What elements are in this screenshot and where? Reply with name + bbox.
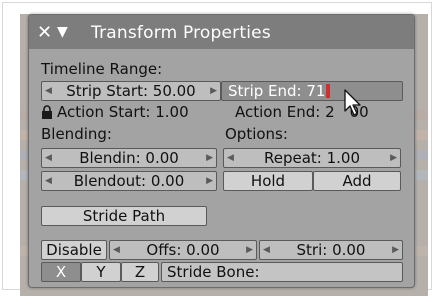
decrement-arrow-icon[interactable]: ◀ xyxy=(227,149,234,167)
increment-arrow-icon[interactable]: ▶ xyxy=(210,82,217,100)
strip-start-value: Strip Start: 50.00 xyxy=(66,82,196,100)
offs-field[interactable]: ◀ Offs: 0.00 ▶ xyxy=(109,240,257,260)
options-label: Options: xyxy=(225,125,288,143)
axis-z-button[interactable]: Z xyxy=(121,262,159,282)
decrement-arrow-icon[interactable]: ◀ xyxy=(45,82,52,100)
transform-properties-panel: ✕ ▼ Transform Properties Timeline Range:… xyxy=(28,14,415,288)
timeline-range-label: Timeline Range: xyxy=(41,60,163,78)
strip-start-field[interactable]: ◀ Strip Start: 50.00 ▶ xyxy=(41,81,221,101)
stride-bone-field[interactable]: Stride Bone: xyxy=(161,262,403,282)
increment-arrow-icon[interactable]: ▶ xyxy=(390,149,397,167)
increment-arrow-icon[interactable]: ▶ xyxy=(206,172,213,190)
panel-title: Transform Properties xyxy=(91,23,271,43)
axis-x-button[interactable]: X xyxy=(41,262,81,282)
panel-titlebar[interactable]: ✕ ▼ Transform Properties xyxy=(29,15,414,49)
disable-button[interactable]: Disable xyxy=(41,240,107,260)
action-start-label[interactable]: Action Start: 1.00 xyxy=(57,103,189,121)
repeat-field[interactable]: ◀ Repeat: 1.00 ▶ xyxy=(223,148,401,168)
offs-value: Offs: 0.00 xyxy=(146,241,220,259)
add-button[interactable]: Add xyxy=(313,171,401,191)
repeat-value: Repeat: 1.00 xyxy=(263,149,361,167)
decrement-arrow-icon[interactable]: ◀ xyxy=(45,172,52,190)
stride-path-button[interactable]: Stride Path xyxy=(41,206,207,226)
hold-button[interactable]: Hold xyxy=(223,171,313,191)
close-icon[interactable]: ✕ xyxy=(37,22,52,43)
axis-y-button[interactable]: Y xyxy=(81,262,121,282)
blending-label: Blending: xyxy=(41,125,112,143)
blendout-value: Blendout: 0.00 xyxy=(73,172,185,190)
increment-arrow-icon[interactable]: ▶ xyxy=(392,241,399,259)
decrement-arrow-icon[interactable]: ◀ xyxy=(113,241,120,259)
stride-bone-label: Stride Bone: xyxy=(167,263,260,281)
increment-arrow-icon[interactable]: ▶ xyxy=(246,241,253,259)
blendout-field[interactable]: ◀ Blendout: 0.00 ▶ xyxy=(41,171,217,191)
decrement-arrow-icon[interactable]: ◀ xyxy=(263,241,270,259)
increment-arrow-icon[interactable]: ▶ xyxy=(206,149,213,167)
strip-end-value: Strip End: 71 xyxy=(228,82,331,100)
blendin-field[interactable]: ◀ Blendin: 0.00 ▶ xyxy=(41,148,217,168)
mouse-pointer-icon xyxy=(344,89,361,116)
decrement-arrow-icon[interactable]: ◀ xyxy=(45,149,52,167)
strip-end-field[interactable]: Strip End: 71 xyxy=(221,81,403,101)
stri-value: Stri: 0.00 xyxy=(296,241,366,259)
text-cursor xyxy=(326,84,331,98)
stri-field[interactable]: ◀ Stri: 0.00 ▶ xyxy=(259,240,403,260)
lock-icon[interactable] xyxy=(41,105,53,119)
blendin-value: Blendin: 0.00 xyxy=(79,149,179,167)
triangle-down-icon[interactable]: ▼ xyxy=(57,24,68,40)
